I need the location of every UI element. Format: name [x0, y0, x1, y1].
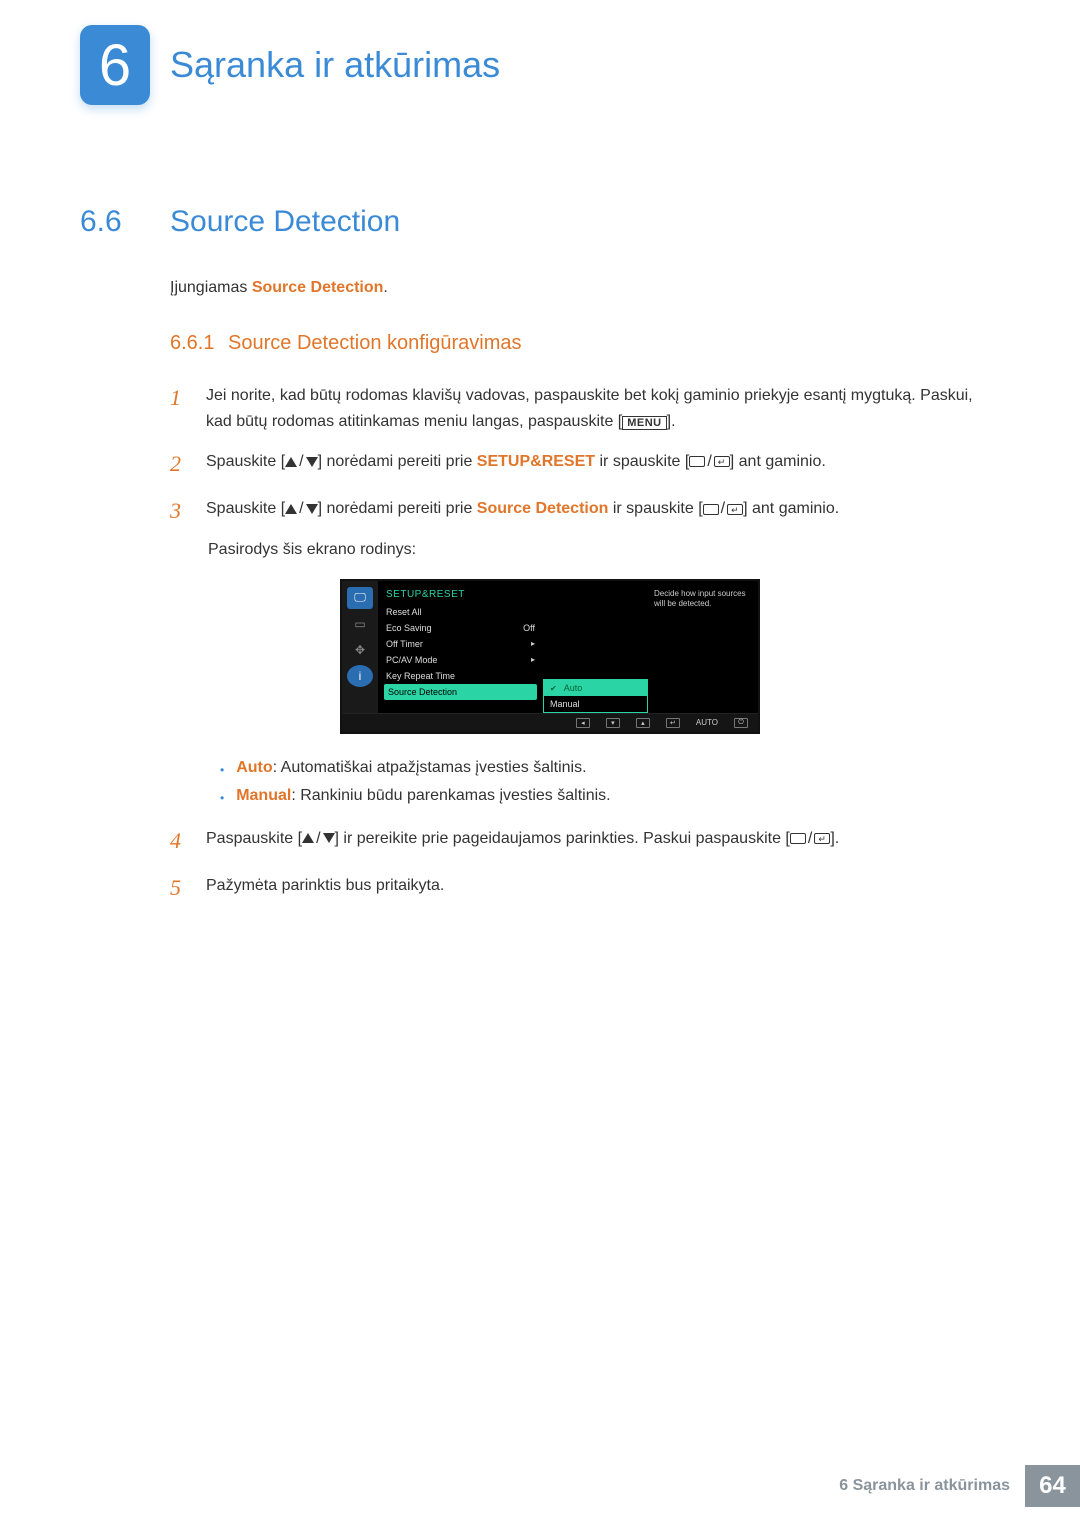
step-2-bold: SETUP&RESET — [477, 453, 595, 470]
source-enter-icon: / — [703, 496, 743, 522]
step-3-a: Spauskite [ — [206, 500, 285, 517]
footer-text: 6 Sąranka ir atkūrimas — [839, 1477, 1025, 1495]
bullet-auto-text: : Automatiškai atpažįstamas įvesties šal… — [273, 759, 587, 776]
option-descriptions: Auto: Automatiškai atpažįstamas įvesties… — [220, 759, 1000, 805]
osd-title: SETUP&RESET — [384, 585, 537, 604]
intro-prefix: Įjungiamas — [170, 279, 252, 296]
osd-row-pcav: PC/AV Mode▸ — [384, 652, 537, 668]
source-enter-icon: / — [790, 826, 830, 852]
step-3-bold: Source Detection — [477, 500, 609, 517]
osd-footer-up-icon: ▴ — [636, 718, 650, 728]
step-2-d: ] ant gaminio. — [730, 453, 826, 470]
step-4: 4 Paspauskite [/] ir pereikite prie page… — [170, 823, 1000, 858]
step-3-c: ir spauskite [ — [608, 500, 702, 517]
osd-footer-down-icon: ▾ — [606, 718, 620, 728]
osd-footer: ◂ ▾ ▴ ↵ AUTO ⏻ — [342, 713, 758, 732]
osd-info-icon: i — [347, 665, 373, 687]
osd-submenu: Auto Manual — [543, 581, 648, 713]
intro-suffix: . — [383, 279, 387, 296]
bullet-manual-text: : Rankiniu būdu parenkamas įvesties šalt… — [291, 787, 610, 804]
intro-bold: Source Detection — [252, 279, 384, 296]
step-1-line2b: ]. — [667, 413, 676, 430]
step-2-c: ir spauskite [ — [595, 453, 689, 470]
step-5: 5 Pažymėta parinktis bus pritaikyta. — [170, 870, 1000, 905]
osd-screenshot: 🖵 ▭ ✥ i SETUP&RESET Reset All Eco Saving… — [340, 579, 760, 734]
chapter-title: Sąranka ir atkūrimas — [170, 44, 500, 86]
osd-option-auto: Auto — [544, 680, 647, 696]
osd-footer-power-icon: ⏻ — [734, 718, 748, 728]
step-4-a: Paspauskite [ — [206, 830, 302, 847]
step-5-number: 5 — [170, 870, 188, 905]
step-5-text: Pažymėta parinktis bus pritaikyta. — [206, 870, 1000, 905]
osd-picture-icon: ▭ — [347, 613, 373, 635]
step-2-b: ] norėdami pereiti prie — [318, 453, 477, 470]
step-4-b: ] ir pereikite prie pageidaujamos parink… — [335, 830, 790, 847]
section-heading: 6.6 Source Detection — [80, 205, 1000, 239]
step-3-number: 3 — [170, 493, 188, 528]
menu-button-icon: MENU — [622, 416, 666, 430]
up-down-icon: / — [285, 496, 317, 522]
up-down-icon: / — [302, 826, 334, 852]
intro-line: Įjungiamas Source Detection. — [170, 279, 1000, 297]
up-down-icon: / — [285, 449, 317, 475]
source-enter-icon: / — [689, 449, 729, 475]
osd-display-icon: 🖵 — [347, 587, 373, 609]
osd-menu: SETUP&RESET Reset All Eco SavingOff Off … — [378, 581, 543, 713]
page-footer: 6 Sąranka ir atkūrimas 64 — [839, 1465, 1080, 1507]
step-4-number: 4 — [170, 823, 188, 858]
step-2-number: 2 — [170, 446, 188, 481]
subsection-number: 6.6.1 — [170, 332, 214, 354]
step-1-number: 1 — [170, 380, 188, 434]
section-title: Source Detection — [170, 205, 400, 239]
osd-move-icon: ✥ — [347, 639, 373, 661]
subsection-title: Source Detection konfigūravimas — [228, 332, 521, 354]
chapter-number-badge: 6 — [80, 25, 150, 105]
step-2-a: Spauskite [ — [206, 453, 285, 470]
chapter-header: 6 Sąranka ir atkūrimas — [80, 0, 1000, 105]
step-4-c: ]. — [830, 830, 839, 847]
osd-row-keyrep: Key Repeat Time — [384, 668, 537, 684]
subsection-heading: 6.6.1 Source Detection konfigūravimas — [170, 332, 1000, 355]
footer-page-number: 64 — [1025, 1465, 1080, 1507]
osd-row-reset: Reset All — [384, 604, 537, 620]
step-3-b: ] norėdami pereiti prie — [318, 500, 477, 517]
osd-row-eco: Eco SavingOff — [384, 620, 537, 636]
post-step-3-note: Pasirodys šis ekrano rodinys: — [208, 541, 1000, 559]
osd-option-manual: Manual — [544, 696, 647, 712]
osd-row-srcdet: Source Detection — [384, 684, 537, 700]
bullet-manual: Manual: Rankiniu būdu parenkamas įvestie… — [220, 787, 1000, 805]
osd-footer-enter-icon: ↵ — [666, 718, 680, 728]
step-1-line1: Jei norite, kad būtų rodomas klavišų vad… — [206, 387, 916, 404]
step-1: 1 Jei norite, kad būtų rodomas klavišų v… — [170, 380, 1000, 434]
bullet-auto-label: Auto — [236, 759, 272, 776]
bullet-manual-label: Manual — [236, 787, 291, 804]
osd-footer-auto: AUTO — [696, 718, 718, 727]
step-2: 2 Spauskite [/] norėdami pereiti prie SE… — [170, 446, 1000, 481]
osd-sidebar: 🖵 ▭ ✥ i — [342, 581, 378, 713]
osd-footer-left-icon: ◂ — [576, 718, 590, 728]
osd-row-timer: Off Timer▸ — [384, 636, 537, 652]
osd-help-text: Decide how input sources will be detecte… — [648, 581, 758, 713]
section-number: 6.6 — [80, 205, 140, 239]
step-3: 3 Spauskite [/] norėdami pereiti prie So… — [170, 493, 1000, 528]
step-3-d: ] ant gaminio. — [743, 500, 839, 517]
bullet-auto: Auto: Automatiškai atpažįstamas įvesties… — [220, 759, 1000, 777]
